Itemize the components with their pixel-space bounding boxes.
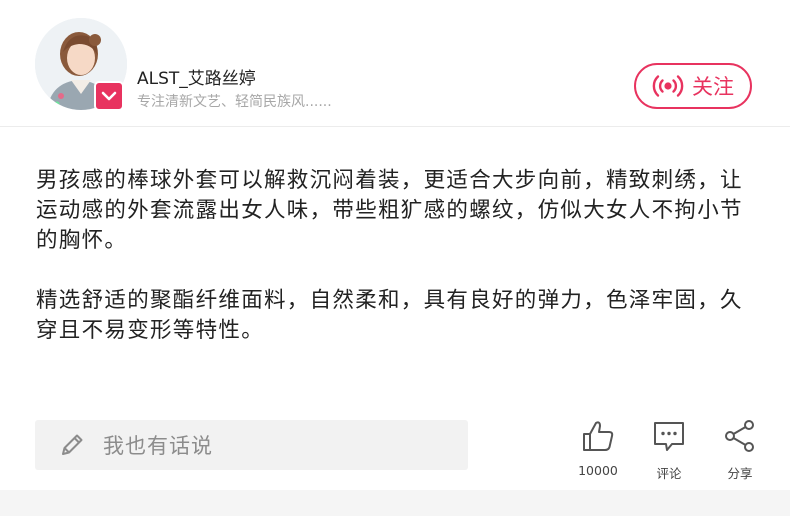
comment-placeholder: 我也有话说: [103, 434, 213, 458]
broadcast-icon: [652, 75, 684, 97]
bottom-strip: [0, 490, 790, 516]
like-button[interactable]: 10000: [566, 418, 630, 478]
header-divider: [0, 126, 790, 127]
post-paragraph: 男孩感的棒球外套可以解救沉闷着装，更适合大步向前，精致刺绣，让运动感的外套流露出…: [36, 168, 743, 253]
post-content: 男孩感的棒球外套可以解救沉闷着装，更适合大步向前，精致刺绣，让运动感的外套流露出…: [36, 166, 758, 346]
verified-badge-icon: [94, 81, 124, 111]
author-avatar-container[interactable]: [35, 18, 127, 111]
share-icon: [725, 420, 754, 452]
author-bio: 专注清新文艺、轻简民族风......: [137, 94, 332, 110]
share-button[interactable]: 分享: [708, 418, 772, 482]
follow-button[interactable]: 关注: [634, 63, 752, 109]
thumbs-up-icon: [583, 421, 614, 451]
comment-label: 评论: [656, 466, 682, 481]
comment-bubble-icon: [654, 422, 684, 451]
like-count: 10000: [578, 463, 618, 478]
author-header: ALST_艾路丝婷 专注清新文艺、轻简民族风...... 关注: [0, 0, 790, 126]
comment-button[interactable]: 评论: [637, 418, 701, 482]
author-username[interactable]: ALST_艾路丝婷: [137, 64, 256, 89]
share-label: 分享: [727, 466, 753, 481]
comment-input[interactable]: 我也有话说: [35, 420, 468, 470]
post-paragraph: 精选舒适的聚酯纤维面料，自然柔和，具有良好的弹力，色泽牢固，久穿且不易变形等特性…: [36, 288, 743, 343]
follow-label: 关注: [692, 75, 734, 99]
pencil-icon: [62, 434, 83, 455]
